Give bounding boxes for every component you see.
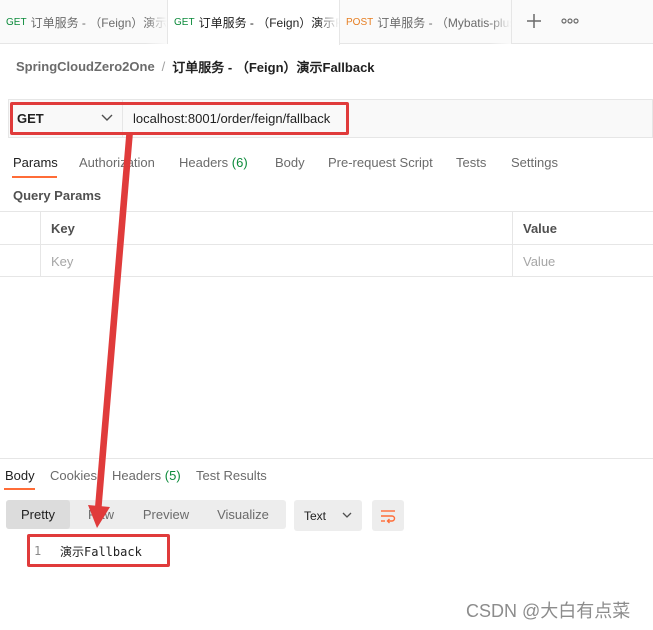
param-key-input[interactable]: Key [41, 245, 513, 277]
column-header-value: Value [523, 220, 557, 236]
active-tab-indicator [12, 176, 57, 178]
tab-pre-request-script[interactable]: Pre-request Script [328, 155, 433, 170]
tab-method-label: GET [174, 17, 195, 28]
view-pretty-button[interactable]: Pretty [6, 500, 70, 529]
headers-count: (6) [231, 155, 248, 170]
view-visualize-button[interactable]: Visualize [200, 500, 286, 529]
param-value-input[interactable]: Value [513, 245, 653, 277]
response-divider[interactable] [0, 458, 653, 459]
response-tabs: Body Cookies Headers (5) Test Results [0, 460, 653, 490]
new-tab-button[interactable] [524, 11, 544, 31]
tab-headers[interactable]: Headers (6) [179, 155, 248, 170]
more-tabs-button[interactable] [559, 11, 581, 31]
response-format-select[interactable]: Text [294, 500, 362, 531]
annotation-highlight-url [10, 102, 349, 135]
wrap-lines-button[interactable] [372, 500, 404, 531]
tab-method-label: POST [346, 16, 374, 28]
tab-tests[interactable]: Tests [456, 155, 486, 170]
breadcrumb-separator: / [161, 58, 166, 74]
checkbox-column-header [0, 212, 41, 244]
request-section-tabs: Params Authorization Headers (6) Body Pr… [0, 150, 653, 178]
request-tab-1[interactable]: GET 订单服务 - （Feign）演示F [0, 0, 168, 44]
request-tab-3[interactable]: POST 订单服务 - （Mybatis-plus [340, 0, 512, 44]
request-tab-strip: GET 订单服务 - （Feign）演示F GET 订单服务 - （Feign）… [0, 0, 653, 45]
response-tab-headers[interactable]: Headers (5) [112, 468, 181, 483]
tab-authorization[interactable]: Authorization [79, 155, 155, 170]
breadcrumb-request-name[interactable]: 订单服务 - （Feign）演示Fallback [172, 57, 374, 76]
row-checkbox-cell [0, 245, 41, 277]
breadcrumb-collection[interactable]: SpringCloudZero2One [16, 59, 155, 74]
tab-settings[interactable]: Settings [511, 155, 558, 170]
view-preview-button[interactable]: Preview [132, 500, 200, 529]
more-horizontal-icon [561, 18, 579, 24]
wrap-lines-icon [381, 509, 396, 523]
plus-icon [527, 14, 541, 28]
watermark: CSDN @大白有点菜 [466, 601, 631, 621]
response-tab-body[interactable]: Body [5, 468, 35, 483]
active-response-tab-indicator [4, 488, 35, 490]
table-row: Key Value [0, 245, 653, 278]
view-raw-button[interactable]: Raw [70, 500, 132, 529]
column-header-key: Key [41, 212, 513, 244]
tab-method-label: GET [6, 16, 27, 28]
query-params-table: Key Value Key Value [0, 211, 653, 277]
response-headers-count: (5) [164, 468, 181, 483]
table-header-row: Key Value [0, 212, 653, 245]
response-view-modes: Pretty Raw Preview Visualize [6, 500, 286, 529]
query-params-title: Query Params [13, 188, 102, 203]
format-label: Text [304, 508, 327, 523]
response-tab-test-results[interactable]: Test Results [196, 468, 267, 483]
response-tab-cookies[interactable]: Cookies [50, 468, 97, 483]
tab-body[interactable]: Body [275, 155, 305, 170]
chevron-down-icon [342, 512, 352, 518]
request-tab-2[interactable]: GET 订单服务 - （Feign）演示F [168, 0, 340, 45]
tab-params[interactable]: Params [13, 155, 58, 170]
breadcrumb: SpringCloudZero2One / 订单服务 - （Feign）演示Fa… [16, 57, 375, 75]
annotation-highlight-response [27, 534, 170, 567]
